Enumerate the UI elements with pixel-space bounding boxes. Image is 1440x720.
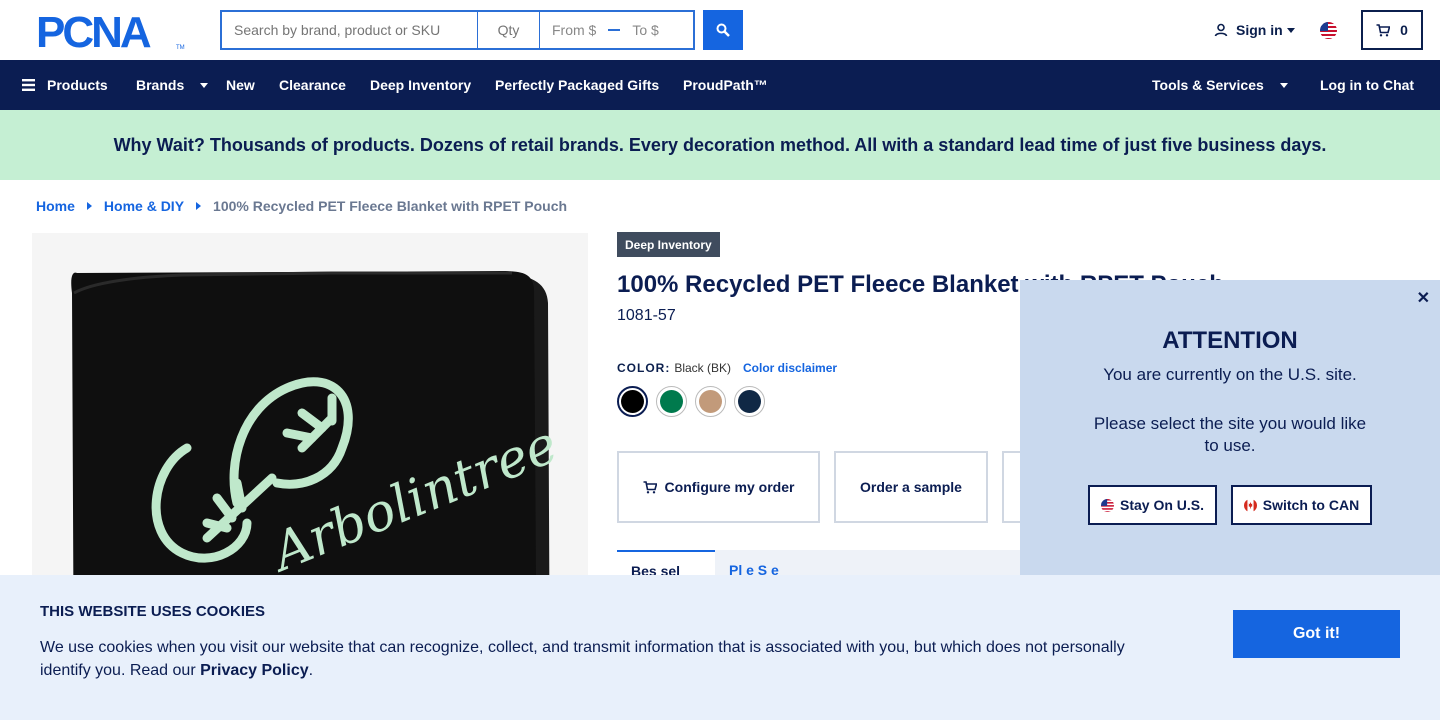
cookie-end: . <box>308 662 314 679</box>
configure-order-label: Configure my order <box>664 479 795 495</box>
nav-tools[interactable]: Tools & Services <box>1152 60 1288 110</box>
chevron-down-icon <box>200 82 209 88</box>
sign-in-link[interactable]: Sign in <box>1214 22 1295 38</box>
nav-gifts[interactable]: Perfectly Packaged Gifts <box>495 60 659 110</box>
site-header: PCNA TM From $ To $ Sign in 0 <box>0 0 1440 60</box>
nav-clearance-label: Clearance <box>279 77 346 93</box>
color-value: Black (BK) <box>674 361 732 375</box>
modal-title: ATTENTION <box>1162 327 1298 354</box>
breadcrumb: Home Home & DIY 100% Recycled PET Fleece… <box>36 198 567 214</box>
chevron-down-icon <box>1279 82 1288 88</box>
configure-order-button[interactable]: Configure my order <box>617 451 820 523</box>
search-icon <box>716 23 730 37</box>
cart-count: 0 <box>1400 22 1408 38</box>
breadcrumb-home[interactable]: Home <box>36 198 75 214</box>
svg-text:TM: TM <box>176 45 185 51</box>
stay-us-label: Stay On U.S. <box>1119 497 1205 513</box>
chevron-right-icon <box>86 202 92 210</box>
privacy-policy-link[interactable]: Privacy Policy <box>200 662 309 679</box>
nav-tools-label: Tools & Services <box>1152 77 1264 93</box>
main-nav: Products Brands New Clearance Deep Inven… <box>0 60 1440 110</box>
nav-new-label: New <box>226 77 255 93</box>
user-icon <box>1214 23 1228 37</box>
nav-new[interactable]: New <box>226 60 255 110</box>
color-row: COLOR: Black (BK) Color disclaimer <box>617 361 837 375</box>
breadcrumb-current: 100% Recycled PET Fleece Blanket with RP… <box>213 198 568 214</box>
chevron-down-icon <box>1286 27 1295 33</box>
sign-in-label: Sign in <box>1236 22 1283 38</box>
modal-current-site-text: You are currently on the U.S. site. <box>1103 365 1357 384</box>
nav-products[interactable]: Products <box>22 60 108 110</box>
nav-products-label: Products <box>47 77 108 93</box>
got-it-button[interactable]: Got it! <box>1233 610 1400 658</box>
nav-deep-inventory-label: Deep Inventory <box>370 77 472 93</box>
nav-chat-label: Log in to Chat <box>1320 77 1415 93</box>
search-bar: From $ To $ <box>220 10 695 50</box>
site-select-modal: ✕ ATTENTION You are currently on the U.S… <box>1020 280 1440 575</box>
cookie-title: THIS WEBSITE USES COOKIES <box>40 603 266 620</box>
switch-can-button[interactable]: Switch to CAN <box>1231 485 1372 525</box>
switch-can-label: Switch to CAN <box>1262 497 1360 513</box>
svg-text:PCNA: PCNA <box>36 11 151 51</box>
cart-button[interactable]: 0 <box>1361 10 1423 50</box>
qty-input[interactable] <box>478 10 540 50</box>
promo-banner: Why Wait? Thousands of products. Dozens … <box>0 110 1440 180</box>
swatch-dot <box>621 390 644 413</box>
nav-brands-label: Brands <box>136 77 185 93</box>
nav-deep-inventory[interactable]: Deep Inventory <box>370 60 471 110</box>
close-icon[interactable]: ✕ <box>1417 288 1430 308</box>
hamburger-icon <box>22 79 35 91</box>
breadcrumb-category[interactable]: Home & DIY <box>104 198 184 214</box>
price-from-input[interactable]: From $ <box>552 22 596 38</box>
pcna-logo[interactable]: PCNA TM <box>36 11 186 51</box>
price-to-input[interactable]: To $ <box>632 22 658 38</box>
us-flag-icon <box>1100 498 1114 512</box>
nav-chat[interactable]: Log in to Chat <box>1320 60 1414 110</box>
cookie-banner: THIS WEBSITE USES COOKIES We use cookies… <box>0 575 1440 720</box>
color-swatches <box>617 386 765 417</box>
search-button[interactable] <box>703 10 743 50</box>
product-sku: 1081-57 <box>617 307 676 324</box>
swatch-dot <box>738 390 761 413</box>
nav-brands[interactable]: Brands <box>136 60 209 110</box>
modal-select-text: Please select the site you would like to… <box>1093 414 1367 455</box>
nav-clearance[interactable]: Clearance <box>279 60 346 110</box>
chevron-right-icon <box>196 202 202 210</box>
us-flag-icon[interactable] <box>1320 22 1337 39</box>
color-label: COLOR: <box>617 361 671 375</box>
swatch-dot <box>699 390 722 413</box>
nav-gifts-label: Perfectly Packaged Gifts <box>495 77 660 93</box>
swatch-navy[interactable] <box>734 386 765 417</box>
stay-us-button[interactable]: Stay On U.S. <box>1088 485 1217 525</box>
cart-icon <box>1376 23 1391 36</box>
range-dash <box>608 29 621 31</box>
price-range: From $ To $ <box>540 10 695 50</box>
nav-proudpath[interactable]: ProudPath™ <box>683 60 768 110</box>
swatch-dot <box>660 390 683 413</box>
nav-proudpath-label: ProudPath™ <box>683 77 768 93</box>
swatch-green[interactable] <box>656 386 687 417</box>
canada-flag-icon <box>1243 498 1257 512</box>
cart-icon <box>643 480 657 493</box>
promo-text: Why Wait? Thousands of products. Dozens … <box>113 134 1327 155</box>
swatch-black[interactable] <box>617 386 648 417</box>
color-disclaimer-link[interactable]: Color disclaimer <box>743 361 837 375</box>
deep-inventory-badge: Deep Inventory <box>617 232 720 257</box>
cookie-text: We use cookies when you visit our websit… <box>40 636 1150 682</box>
order-sample-button[interactable]: Order a sample <box>834 451 988 523</box>
order-sample-label: Order a sample <box>860 479 962 495</box>
swatch-tan[interactable] <box>695 386 726 417</box>
search-input[interactable] <box>220 10 478 50</box>
